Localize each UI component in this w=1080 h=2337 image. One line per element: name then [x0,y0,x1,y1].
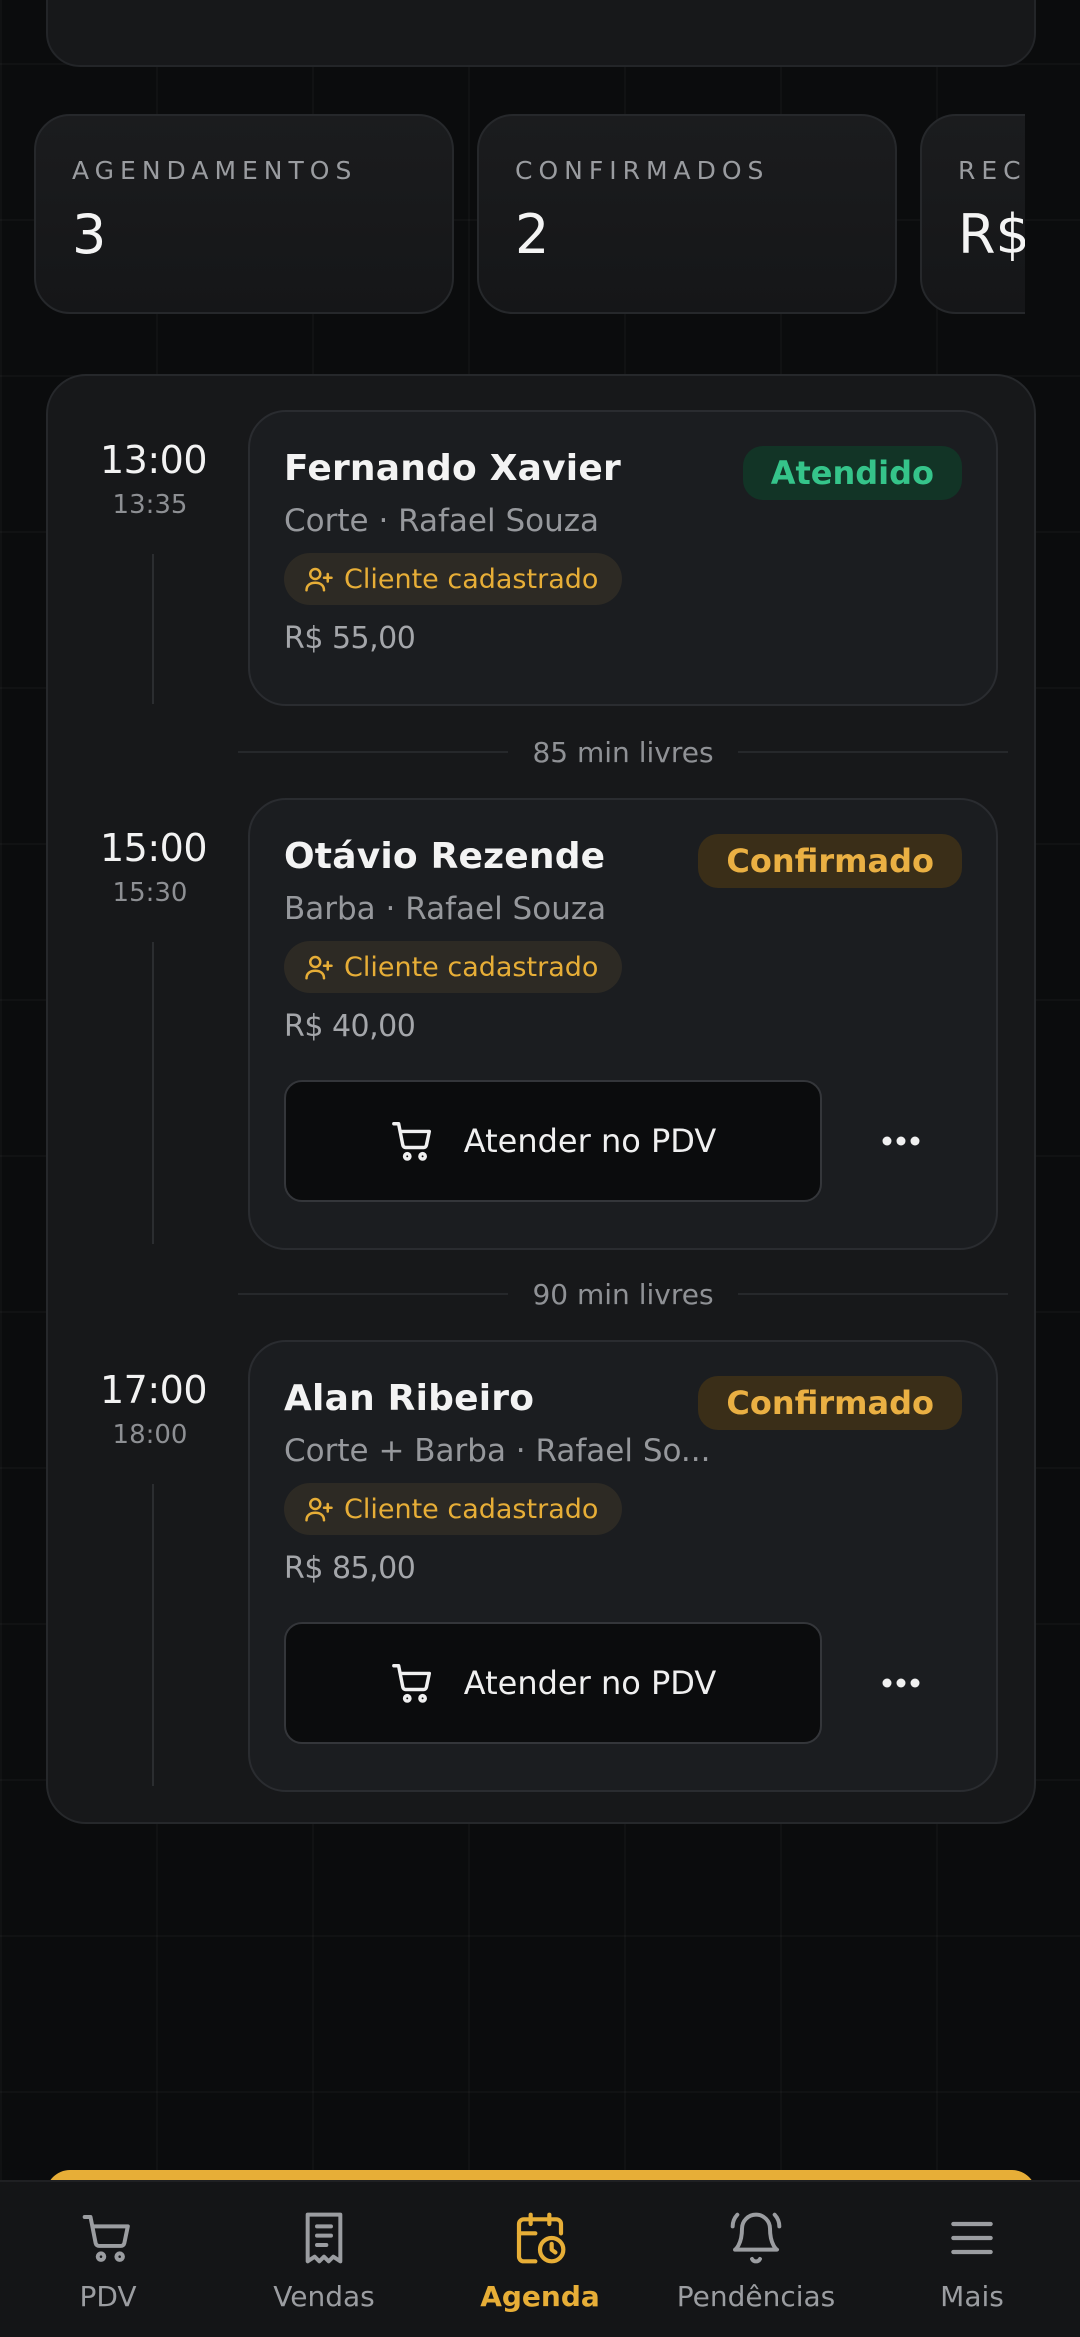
more-horizontal-icon [882,1136,920,1146]
stat-card-appointments: AGENDAMENTOS 3 [34,114,454,314]
time-end: 15:30 [112,878,188,908]
timeline-line [152,1484,154,1786]
schedule-panel: 13:00 13:35 Fernando Xavier Atendido Cor… [46,374,1036,1824]
stats-row: AGENDAMENTOS 3 CONFIRMADOS 2 REC R$ [0,114,1025,314]
client-tag-label: Cliente cadastrado [344,563,599,595]
nav-label: Mais [940,2280,1004,2313]
timeline-line [152,554,154,704]
status-badge: Atendido [742,446,962,500]
free-time-label: 90 min livres [532,1277,714,1311]
cart-icon [391,1664,431,1703]
nav-label: Agenda [480,2280,600,2313]
time-start: 17:00 [100,1368,208,1412]
attend-pdv-label: Atender no PDV [463,1122,717,1160]
client-tag: Cliente cadastrado [284,941,623,993]
nav-item-pendencias[interactable]: Pendências [648,2210,864,2313]
nav-label: Pendências [676,2280,836,2313]
time-column: 17:00 18:00 [100,1368,208,1450]
user-plus-icon [305,1497,333,1522]
free-time-gap: 90 min livres [238,1274,1009,1314]
cart-icon [82,2215,130,2262]
stat-value: 2 [515,203,550,266]
free-time-gap: 85 min livres [238,732,1009,772]
attend-pdv-button[interactable]: Atender no PDV [284,1080,822,1202]
stat-card-revenue: REC R$ [920,114,1025,314]
cart-icon [391,1122,431,1161]
stat-value: R$ [958,203,1025,266]
attend-pdv-button[interactable]: Atender no PDV [284,1622,822,1744]
time-end: 13:35 [112,490,188,520]
client-tag-label: Cliente cadastrado [344,1493,599,1525]
time-column: 15:00 15:30 [100,826,208,908]
menu-icon [951,2221,993,2255]
time-start: 15:00 [100,826,208,870]
timeline-line [152,942,154,1244]
calendar-clock-icon [516,2212,566,2264]
client-tag: Cliente cadastrado [284,553,623,605]
user-plus-icon [305,955,333,980]
appointment-actions: Atender no PDV [284,1622,962,1746]
appointment-actions: Atender no PDV [284,1080,962,1204]
client-tag-label: Cliente cadastrado [344,951,599,983]
nav-item-agenda[interactable]: Agenda [432,2210,648,2313]
stat-label: CONFIRMADOS [515,156,770,185]
stat-card-confirmed: CONFIRMADOS 2 [477,114,897,314]
appointment-card[interactable]: Otávio Rezende Confirmado Barba · Rafael… [248,798,998,1250]
client-tag: Cliente cadastrado [284,1483,623,1535]
appointment-card[interactable]: Fernando Xavier Atendido Corte · Rafael … [248,410,998,706]
stat-label: REC [958,156,1025,185]
time-column: 13:00 13:35 [100,438,208,520]
nav-item-pdv[interactable]: PDV [0,2210,216,2313]
receipt-icon [305,2212,343,2264]
date-strip [46,0,1036,67]
nav-item-vendas[interactable]: Vendas [216,2210,432,2313]
service-info: Corte · Rafael Souza [284,503,600,539]
price: R$ 55,00 [284,621,416,656]
status-badge: Confirmado [698,834,962,888]
stat-value: 3 [72,203,107,266]
bottom-nav: PDV Vendas Agenda Pendências Mais [0,2180,1080,2337]
more-horizontal-icon [882,1678,920,1688]
service-info: Corte + Barba · Rafael So... [284,1433,711,1469]
free-time-label: 85 min livres [532,735,714,769]
price: R$ 40,00 [284,1009,416,1044]
nav-label: Vendas [273,2280,375,2313]
time-start: 13:00 [100,438,208,482]
more-options-button[interactable] [876,1116,926,1166]
more-options-button[interactable] [876,1658,926,1708]
appointment-card[interactable]: Alan Ribeiro Confirmado Corte + Barba · … [248,1340,998,1792]
time-end: 18:00 [112,1420,188,1450]
price: R$ 85,00 [284,1551,416,1586]
status-badge: Confirmado [698,1376,962,1430]
nav-label: PDV [79,2280,137,2313]
user-plus-icon [305,567,333,592]
stat-label: AGENDAMENTOS [72,156,358,185]
attend-pdv-label: Atender no PDV [463,1664,717,1702]
service-info: Barba · Rafael Souza [284,891,607,927]
bell-icon [730,2212,782,2264]
nav-item-mais[interactable]: Mais [864,2210,1080,2313]
